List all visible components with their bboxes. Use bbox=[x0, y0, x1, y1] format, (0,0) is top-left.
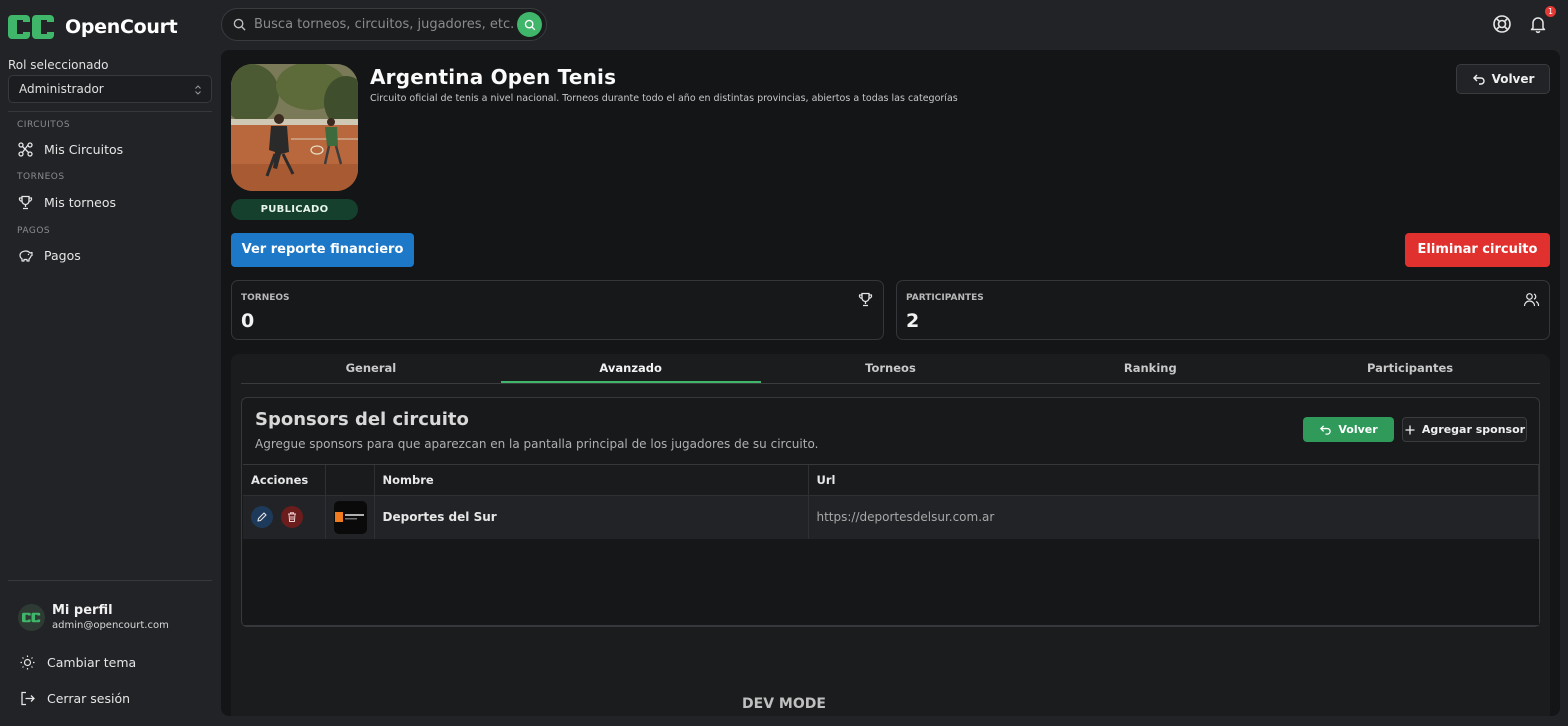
sidebar-item-label: Pagos bbox=[44, 248, 81, 263]
circuit-icon bbox=[18, 142, 33, 157]
sun-icon bbox=[20, 655, 35, 670]
tennis-players-image bbox=[231, 64, 358, 191]
sponsors-table: Acciones Nombre Url Deportes del Sur htt… bbox=[243, 464, 1539, 626]
sidebar-item-mis-circuitos[interactable]: Mis Circuitos bbox=[17, 141, 123, 158]
sponsors-subtitle: Agregue sponsors para que aparezcan en l… bbox=[255, 437, 819, 451]
tab-participantes[interactable]: Participantes bbox=[1280, 354, 1540, 383]
row-actions bbox=[243, 495, 326, 539]
trophy-icon bbox=[18, 195, 33, 210]
opencourt-logo-icon bbox=[22, 612, 41, 622]
section-title-circuitos: CIRCUITOS bbox=[17, 120, 71, 130]
section-title-torneos: TORNEOS bbox=[17, 172, 65, 182]
sidebar-item-mis-torneos[interactable]: Mis torneos bbox=[17, 194, 116, 211]
theme-toggle[interactable]: Cambiar tema bbox=[19, 654, 136, 671]
role-select[interactable]: Administrador bbox=[8, 75, 212, 103]
sponsor-name: Deportes del Sur bbox=[374, 495, 809, 539]
bell-icon[interactable] bbox=[1528, 14, 1548, 34]
undo-arrow-icon bbox=[1320, 425, 1332, 435]
trash-icon bbox=[287, 512, 296, 523]
opencourt-logo-icon bbox=[8, 15, 54, 39]
section-title-pagos: PAGOS bbox=[17, 226, 51, 236]
search-icon bbox=[233, 18, 246, 31]
sidebar-item-label: Mis torneos bbox=[44, 195, 116, 210]
tabs-container: General Avanzado Torneos Ranking Partici… bbox=[231, 354, 1550, 716]
top-bar: OpenCourt 1 bbox=[0, 0, 1568, 50]
stat-value: 0 bbox=[241, 310, 255, 332]
trophy-icon bbox=[858, 292, 873, 307]
sponsor-url[interactable]: https://deportesdelsur.com.ar bbox=[808, 495, 1539, 539]
page-title: Argentina Open Tenis bbox=[370, 65, 617, 89]
delete-circuit-button[interactable]: Eliminar circuito bbox=[1405, 233, 1550, 267]
sponsors-back-label: Volver bbox=[1338, 423, 1378, 436]
row-logo bbox=[325, 495, 375, 539]
help-lifebuoy-icon[interactable] bbox=[1492, 14, 1512, 34]
sidebar-divider bbox=[8, 111, 212, 112]
column-header-acciones: Acciones bbox=[243, 465, 326, 496]
edit-sponsor-button[interactable] bbox=[251, 506, 273, 529]
search-button[interactable] bbox=[517, 12, 542, 37]
sponsors-back-button[interactable]: Volver bbox=[1303, 417, 1394, 442]
dev-mode-label: DEV MODE bbox=[742, 696, 826, 712]
tab-torneos[interactable]: Torneos bbox=[761, 354, 1021, 383]
theme-toggle-label: Cambiar tema bbox=[47, 655, 137, 670]
add-sponsor-button[interactable]: Agregar sponsor bbox=[1402, 417, 1527, 442]
sponsors-card: Sponsors del circuito Agregue sponsors p… bbox=[241, 397, 1540, 627]
stat-label: PARTICIPANTES bbox=[906, 293, 984, 303]
financial-report-button[interactable]: Ver reporte financiero bbox=[231, 233, 414, 267]
app-name: OpenCourt bbox=[65, 16, 178, 38]
column-header-nombre: Nombre bbox=[374, 465, 809, 496]
status-badge: PUBLICADO bbox=[231, 199, 358, 220]
search-input[interactable] bbox=[254, 17, 516, 32]
stat-card-torneos: TORNEOS 0 bbox=[231, 280, 884, 340]
tab-bar: General Avanzado Torneos Ranking Partici… bbox=[241, 354, 1540, 384]
role-label: Rol seleccionado bbox=[8, 58, 109, 72]
users-icon bbox=[1523, 293, 1540, 307]
sponsor-logo bbox=[333, 500, 367, 534]
profile-name: Mi perfil bbox=[52, 603, 113, 618]
tab-avanzado[interactable]: Avanzado bbox=[500, 354, 761, 383]
back-button-label: Volver bbox=[1491, 72, 1535, 86]
pencil-icon bbox=[257, 512, 267, 522]
main-panel: PUBLICADO Argentina Open Tenis Circuito … bbox=[221, 50, 1560, 716]
sidebar: Rol seleccionado Administrador CIRCUITOS… bbox=[0, 50, 220, 726]
app-logo[interactable]: OpenCourt bbox=[8, 11, 178, 43]
table-header-row: Acciones Nombre Url bbox=[243, 465, 1539, 496]
circuit-description: Circuito oficial de tenis a nivel nacion… bbox=[370, 93, 958, 104]
search-bar bbox=[221, 8, 547, 41]
stat-label: TORNEOS bbox=[241, 293, 290, 303]
table-row: Deportes del Sur https://deportesdelsur.… bbox=[243, 495, 1539, 539]
profile-link[interactable]: Mi perfil admin@opencourt.com bbox=[18, 603, 169, 631]
sponsors-title: Sponsors del circuito bbox=[255, 409, 469, 430]
tab-general[interactable]: General bbox=[241, 354, 501, 383]
piggy-bank-icon bbox=[19, 250, 33, 262]
stat-card-participantes: PARTICIPANTES 2 bbox=[896, 280, 1550, 340]
sponsor-logo-icon bbox=[335, 512, 364, 523]
undo-arrow-icon bbox=[1472, 74, 1485, 85]
column-header-url: Url bbox=[808, 465, 1539, 496]
notification-badge: 1 bbox=[1545, 6, 1556, 17]
role-select-value: Administrador bbox=[19, 82, 104, 96]
column-header-logo bbox=[325, 465, 375, 496]
chevron-updown-icon bbox=[195, 85, 201, 95]
search-icon bbox=[524, 19, 535, 30]
sidebar-item-pagos[interactable]: Pagos bbox=[17, 247, 81, 264]
circuit-cover-image bbox=[231, 64, 358, 191]
delete-sponsor-button[interactable] bbox=[280, 506, 303, 529]
sidebar-item-label: Mis Circuitos bbox=[44, 142, 124, 157]
tab-ranking[interactable]: Ranking bbox=[1020, 354, 1280, 383]
plus-icon bbox=[1405, 425, 1415, 434]
add-sponsor-label: Agregar sponsor bbox=[1421, 423, 1526, 436]
sidebar-divider bbox=[8, 580, 212, 581]
avatar bbox=[18, 603, 45, 631]
stat-value: 2 bbox=[906, 310, 920, 332]
profile-email: admin@opencourt.com bbox=[52, 620, 169, 631]
back-button[interactable]: Volver bbox=[1456, 64, 1550, 94]
